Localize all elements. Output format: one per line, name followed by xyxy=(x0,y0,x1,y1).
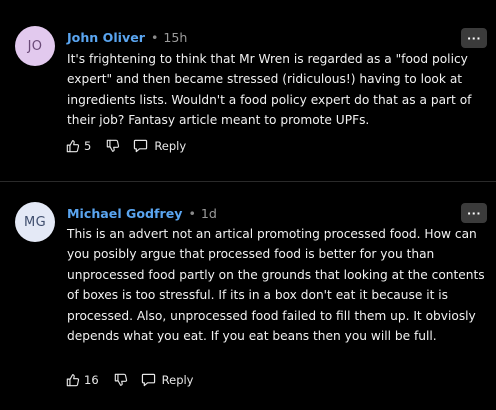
reply-icon xyxy=(134,139,148,153)
like-count: 16 xyxy=(84,373,99,387)
more-icon: ··· xyxy=(466,206,482,220)
dislike-button[interactable] xyxy=(106,139,120,153)
comment-actions: 5 Reply xyxy=(66,137,186,155)
like-button[interactable]: 16 xyxy=(66,373,99,387)
avatar[interactable]: MG xyxy=(15,202,55,242)
comment-text: It's frightening to think that Mr Wren i… xyxy=(67,52,472,128)
comment: MG Michael Godfrey • 1d ··· This is an adv… xyxy=(0,182,496,410)
like-count: 5 xyxy=(84,139,92,153)
thumbs-up-icon xyxy=(66,140,80,153)
thumbs-down-icon xyxy=(114,373,127,386)
reply-button[interactable]: Reply xyxy=(141,373,194,387)
comment-text: This is an advert not an artical promoti… xyxy=(67,227,485,344)
comment-header: Michael Godfrey • 1d xyxy=(67,206,217,222)
comment: JO John Oliver • 15h ··· It's frightening … xyxy=(0,0,496,170)
reply-button[interactable]: Reply xyxy=(133,139,186,153)
dislike-button[interactable] xyxy=(114,373,128,387)
like-button[interactable]: 5 xyxy=(66,139,91,153)
author-name[interactable]: Michael Godfrey xyxy=(67,206,182,221)
separator-dot: • xyxy=(150,30,159,45)
comment-header: John Oliver • 15h xyxy=(67,30,187,46)
author-name[interactable]: John Oliver xyxy=(67,30,145,45)
reply-label: Reply xyxy=(161,373,194,387)
timestamp[interactable]: 15h xyxy=(163,30,187,45)
more-icon: ··· xyxy=(466,31,482,45)
more-options-button[interactable]: ··· xyxy=(461,28,487,48)
timestamp[interactable]: 1d xyxy=(201,206,217,221)
thumbs-up-icon xyxy=(66,374,80,387)
avatar[interactable]: JO xyxy=(15,26,55,66)
reply-icon xyxy=(141,373,155,387)
reply-label: Reply xyxy=(154,139,187,153)
more-options-button[interactable]: ··· xyxy=(461,203,487,223)
thumbs-down-icon xyxy=(107,139,120,152)
separator-dot: • xyxy=(188,206,196,221)
comment-actions: 16 Reply xyxy=(66,371,194,389)
